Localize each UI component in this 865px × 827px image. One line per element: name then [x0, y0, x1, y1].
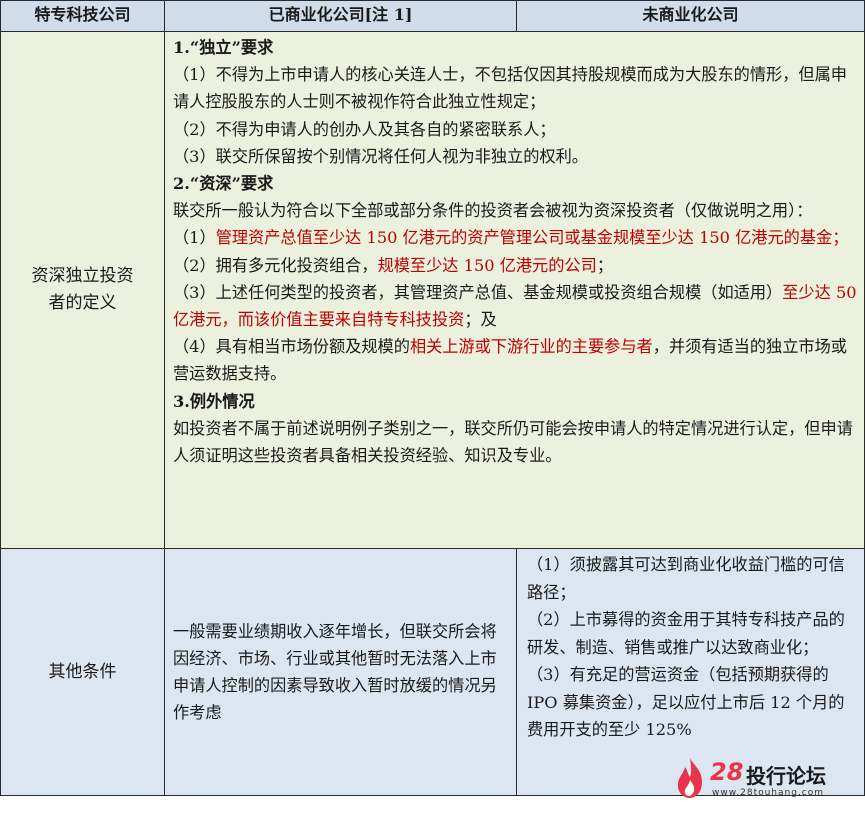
pre-commercial-item-1: （1）须披露其可达到商业化收益门槛的可信路径； [527, 555, 845, 602]
watermark-logo: 28 投行论坛 www.28touhang.com [672, 756, 847, 804]
sophisticated-item-3: （3）上述任何类型的投资者，其管理资产总值、基金规模或投资组合规模（如适用）至少… [173, 282, 857, 330]
sophisticated-item-4: （4）具有相当市场份额及规模的相关上游或下游行业的主要参与者，并须有适当的独立市… [173, 337, 847, 384]
comparison-table: 特专科技公司 已商业化公司[注 1] 未商业化公司 资深独立投资 者的定义 1.… [0, 0, 865, 796]
pre-commercial-item-2: （2）上市募得的资金用于其特专科技产品的研发、制造、销售或推广以达致商业化； [527, 610, 845, 657]
investor-definition-row: 资深独立投资 者的定义 1.“独立”要求 （1）不得为上市申请人的核心关连人士，… [0, 31, 865, 549]
header-pre-commercial: 未商业化公司 [516, 0, 865, 32]
row-label-other-conditions: 其他条件 [0, 548, 165, 796]
flame-icon [677, 758, 702, 798]
sophisticated-intro: 联交所一般认为符合以下全部或部分条件的投资者会被视为资深投资者（仅做说明之用）： [173, 201, 813, 221]
sophisticated-item-1: （1）管理资产总值至少达 150 亿港元的资产管理公司或基金规模至少达 150 … [173, 228, 849, 248]
investor-definition-content: 1.“独立”要求 （1）不得为上市申请人的核心关连人士，不包括仅因其持股规模而成… [164, 31, 865, 549]
header-row: 特专科技公司 已商业化公司[注 1] 未商业化公司 [0, 0, 865, 32]
watermark-number: 28 [710, 758, 744, 786]
independence-item-1: （1）不得为上市申请人的核心关连人士，不包括仅因其持股规模而成为大股东的情形，但… [173, 65, 847, 112]
section-sophisticated-title: 2.“资深”要求 [173, 174, 274, 194]
commercialized-conditions: 一般需要业绩期收入逐年增长，但联交所会将因经济、市场、行业或其他暂时无法落入上市… [164, 548, 517, 796]
header-commercialized: 已商业化公司[注 1] [164, 0, 517, 32]
section-exception-title: 3.例外情况 [173, 391, 255, 411]
exception-text: 如投资者不属于前述说明例子类别之一，联交所仍可能会按申请人的特定情况进行认定，但… [173, 418, 853, 466]
independence-item-2: （2）不得为申请人的创办人及其各自的紧密联系人； [173, 119, 556, 139]
watermark-url: www.28touhang.com [712, 788, 825, 798]
watermark-name: 投行论坛 [746, 764, 826, 788]
sophisticated-item-2: （2）拥有多元化投资组合，规模至少达 150 亿港元的公司； [173, 255, 613, 275]
row-label-investor-definition: 资深独立投资 者的定义 [0, 31, 165, 549]
independence-item-3: （3）联交所保留按个别情况将任何人视为非独立的权利。 [173, 146, 588, 166]
section-independence-title: 1.“独立”要求 [173, 38, 274, 57]
header-tech-company: 特专科技公司 [0, 0, 165, 32]
pre-commercial-item-3: （3）有充足的营运资金（包括预期获得的 IPO 募集资金），足以应付上市后 12… [527, 665, 845, 739]
